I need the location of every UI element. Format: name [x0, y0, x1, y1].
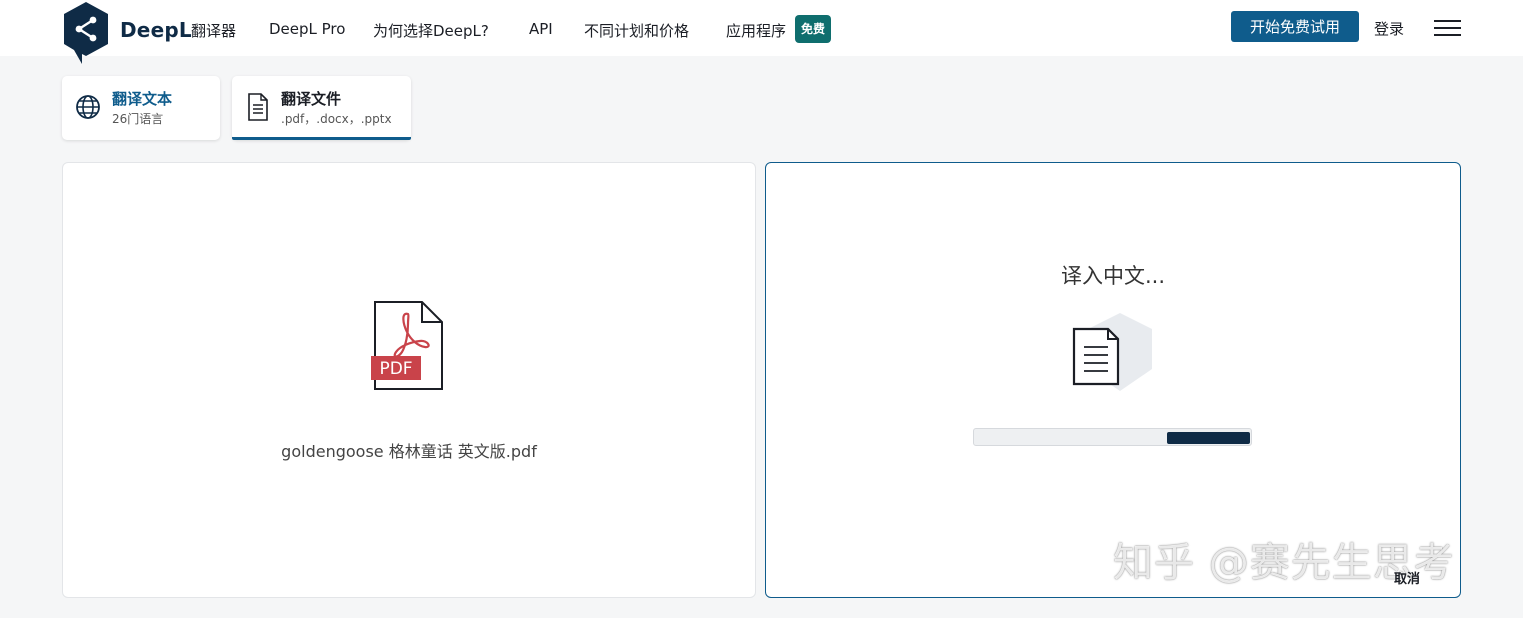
translation-progress-fill — [1167, 432, 1250, 444]
tab-translate-text[interactable]: 翻译文本 26门语言 — [62, 76, 220, 140]
translating-document-icon — [1072, 313, 1152, 391]
globe-icon — [76, 95, 100, 119]
translation-progress-bar — [973, 428, 1252, 446]
document-icon — [248, 93, 268, 121]
tab-translate-file-sub: .pdf，.docx，.pptx — [281, 112, 392, 126]
cancel-button[interactable]: 取消 — [1394, 568, 1420, 587]
source-filename: goldengoose 格林童话 英文版.pdf — [281, 442, 537, 461]
hamburger-menu-icon[interactable] — [1434, 18, 1461, 38]
login-link[interactable]: 登录 — [1374, 18, 1404, 39]
nav-api[interactable]: API — [529, 20, 553, 38]
translation-status: 译入中文... — [1060, 264, 1166, 288]
nav-why-deepl[interactable]: 为何选择DeepL? — [373, 20, 489, 41]
nav-apps[interactable]: 应用程序 — [726, 20, 786, 41]
tab-translate-file-label: 翻译文件 — [281, 90, 342, 108]
pdf-file-icon: PDF — [371, 301, 443, 390]
brand-subtitle[interactable]: 翻译器 — [191, 20, 236, 41]
start-free-trial-button[interactable]: 开始免费试用 — [1231, 11, 1359, 42]
pdf-label: PDF — [379, 359, 412, 379]
active-tab-indicator — [232, 137, 411, 140]
nav-deepl-pro[interactable]: DeepL Pro — [269, 20, 345, 38]
brand-name[interactable]: DeepL — [120, 18, 192, 42]
tab-translate-text-sub: 26门语言 — [112, 112, 164, 126]
top-nav-bar: DeepL 翻译器 DeepL Pro 为何选择DeepL? API 不同计划和… — [0, 0, 1523, 64]
nav-pricing[interactable]: 不同计划和价格 — [584, 20, 689, 41]
tab-translate-text-label: 翻译文本 — [112, 90, 173, 108]
free-badge: 免费 — [795, 15, 832, 43]
deepl-logo-icon[interactable] — [60, 0, 112, 64]
tab-translate-file[interactable]: 翻译文件 .pdf，.docx，.pptx — [232, 76, 411, 140]
